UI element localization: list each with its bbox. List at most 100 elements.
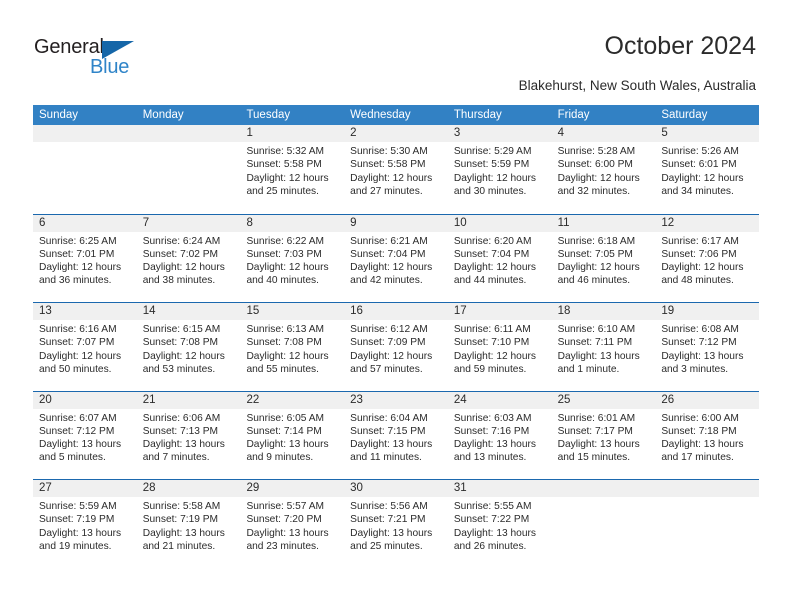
calendar-day-cell[interactable]: 26 Sunrise: 6:00 AM Sunset: 7:18 PM Dayligh… (655, 391, 760, 479)
calendar-day-cell[interactable]: 14 Sunrise: 6:15 AM Sunset: 7:08 PM Dayligh… (136, 303, 241, 391)
sunset-time: Sunset: 7:12 PM (39, 425, 115, 437)
day-number-band: 10 (447, 214, 552, 232)
day-number: 21 (142, 393, 156, 406)
calendar-day-cell[interactable]: 28 Sunrise: 5:58 AM Sunset: 7:19 PM Dayligh… (136, 480, 241, 568)
day-number-band: 7 (136, 214, 241, 232)
calendar-day-cell[interactable]: 24 Sunrise: 6:03 AM Sunset: 7:16 PM Dayligh… (447, 391, 552, 479)
daylight-duration-line1: Daylight: 12 hours (350, 262, 433, 274)
calendar-day-cell[interactable]: 31 Sunrise: 5:55 AM Sunset: 7:22 PM Dayligh… (447, 480, 552, 568)
calendar-day-cell[interactable]: 21 Sunrise: 6:06 AM Sunset: 7:13 PM Dayligh… (136, 391, 241, 479)
calendar-day-cell[interactable]: 30 Sunrise: 5:56 AM Sunset: 7:21 PM Dayligh… (344, 480, 448, 568)
calendar-day-cell[interactable]: 29 Sunrise: 5:57 AM Sunset: 7:20 PM Dayligh… (240, 480, 345, 568)
sunset-time: Sunset: 5:58 PM (246, 159, 322, 171)
calendar-week-row: 27 Sunrise: 5:59 AM Sunset: 7:19 PM Dayligh… (33, 479, 760, 568)
calendar-day-cell[interactable]: 3 Sunrise: 5:29 AM Sunset: 5:59 PM Daylight… (447, 125, 552, 214)
sunset-time: Sunset: 7:19 PM (142, 514, 219, 526)
day-number: 1 (246, 127, 253, 139)
day-details: Sunrise: 5:59 AM Sunset: 7:19 PM Daylight:… (33, 497, 137, 553)
daylight-duration-line1: Daylight: 13 hours (557, 439, 640, 451)
daylight-duration-line2: and 7 minutes. (142, 452, 210, 464)
sunrise-time: Sunrise: 6:13 AM (246, 324, 325, 335)
calendar-day-cell[interactable]: 11 Sunrise: 6:18 AM Sunset: 7:05 PM Dayligh… (551, 214, 656, 302)
sunrise-time: Sunrise: 5:29 AM (453, 146, 532, 157)
sunrise-time: Sunrise: 6:21 AM (350, 235, 428, 247)
day-number-band: 22 (240, 391, 345, 409)
sunrise-time: Sunrise: 6:18 AM (557, 235, 636, 247)
day-details: Sunrise: 6:17 AM Sunset: 7:06 PM Daylight:… (655, 232, 759, 288)
day-number: 7 (142, 216, 150, 229)
day-number-band: 27 (33, 480, 137, 497)
calendar-day-cell[interactable]: 19 Sunrise: 6:08 AM Sunset: 7:12 PM Dayligh… (655, 303, 760, 391)
day-number-band: 2 (344, 125, 448, 142)
sunrise-time: Sunrise: 6:16 AM (39, 324, 117, 335)
day-number: 9 (350, 216, 357, 229)
calendar-day-cell-empty (551, 480, 656, 568)
daylight-duration-line2: and 30 minutes. (453, 185, 527, 197)
day-details: Sunrise: 6:01 AM Sunset: 7:17 PM Daylight:… (552, 409, 656, 465)
day-number-band: 12 (655, 214, 760, 232)
day-number: 26 (661, 393, 675, 406)
calendar-day-cell[interactable]: 2 Sunrise: 5:30 AM Sunset: 5:58 PM Daylight… (344, 125, 448, 214)
calendar-day-cell[interactable]: 16 Sunrise: 6:12 AM Sunset: 7:09 PM Dayligh… (344, 303, 448, 391)
day-number-band: 19 (655, 303, 760, 320)
sunrise-time: Sunrise: 5:55 AM (453, 501, 532, 512)
calendar-day-cell[interactable]: 6 Sunrise: 6:25 AM Sunset: 7:01 PM Daylight… (33, 214, 137, 302)
day-number-band: 11 (551, 214, 656, 232)
day-number-band: 31 (447, 480, 552, 497)
calendar-day-cell[interactable]: 7 Sunrise: 6:24 AM Sunset: 7:02 PM Daylight… (136, 214, 241, 302)
calendar-day-cell[interactable]: 22 Sunrise: 6:05 AM Sunset: 7:14 PM Dayligh… (240, 391, 345, 479)
calendar-day-cell-empty (655, 480, 760, 568)
sunset-time: Sunset: 7:07 PM (39, 337, 115, 349)
weekday-header-tuesday: Tuesday (246, 109, 291, 121)
day-number-band: 29 (240, 480, 345, 497)
day-number: 2 (350, 127, 357, 139)
brand-logo[interactable]: General Blue (34, 36, 234, 86)
calendar-day-cell[interactable]: 17 Sunrise: 6:11 AM Sunset: 7:10 PM Dayligh… (447, 303, 552, 391)
daylight-duration-line1: Daylight: 12 hours (557, 172, 640, 184)
calendar-day-cell[interactable]: 10 Sunrise: 6:20 AM Sunset: 7:04 PM Dayligh… (447, 214, 552, 302)
calendar-week-row: 1 Sunrise: 5:32 AM Sunset: 5:58 PM Daylight… (33, 125, 760, 214)
day-details (552, 497, 656, 500)
sunset-time: Sunset: 7:08 PM (246, 337, 322, 349)
calendar-day-cell[interactable]: 9 Sunrise: 6:21 AM Sunset: 7:04 PM Daylight… (344, 214, 448, 302)
calendar-day-cell[interactable]: 8 Sunrise: 6:22 AM Sunset: 7:03 PM Daylight… (240, 214, 345, 302)
sunset-time: Sunset: 7:16 PM (453, 425, 530, 437)
calendar-day-cell[interactable]: 15 Sunrise: 6:13 AM Sunset: 7:08 PM Dayligh… (240, 303, 345, 391)
daylight-duration-line1: Daylight: 12 hours (350, 172, 433, 184)
calendar-day-cell[interactable]: 20 Sunrise: 6:07 AM Sunset: 7:12 PM Dayligh… (33, 391, 137, 479)
day-number: 28 (142, 482, 156, 494)
daylight-duration-line2: and 32 minutes. (557, 185, 631, 197)
calendar-day-cell[interactable]: 4 Sunrise: 5:28 AM Sunset: 6:00 PM Daylight… (551, 125, 656, 214)
sunrise-time: Sunrise: 6:07 AM (39, 412, 117, 424)
calendar-day-cell[interactable]: 12 Sunrise: 6:17 AM Sunset: 7:06 PM Dayligh… (655, 214, 760, 302)
day-number: 3 (453, 127, 461, 139)
day-details: Sunrise: 6:16 AM Sunset: 7:07 PM Daylight:… (33, 320, 137, 376)
day-number-band: 28 (136, 480, 241, 497)
calendar-week-row: 6 Sunrise: 6:25 AM Sunset: 7:01 PM Daylight… (33, 213, 760, 302)
day-number-band: 14 (136, 303, 241, 320)
calendar-day-cell[interactable]: 1 Sunrise: 5:32 AM Sunset: 5:58 PM Daylight… (240, 125, 345, 214)
day-number: 31 (453, 482, 467, 494)
day-number-band: 1 (240, 125, 345, 142)
calendar-day-cell[interactable]: 23 Sunrise: 6:04 AM Sunset: 7:15 PM Dayligh… (344, 391, 448, 479)
calendar-day-cell-empty (33, 125, 137, 214)
calendar-day-cell[interactable]: 25 Sunrise: 6:01 AM Sunset: 7:17 PM Dayligh… (551, 391, 656, 479)
day-details: Sunrise: 6:06 AM Sunset: 7:13 PM Daylight:… (137, 409, 241, 465)
weekday-header-thursday: Thursday (453, 109, 502, 121)
calendar-day-cell[interactable]: 27 Sunrise: 5:59 AM Sunset: 7:19 PM Dayligh… (33, 480, 137, 568)
daylight-duration-line2: and 13 minutes. (453, 452, 527, 464)
calendar-day-cell[interactable]: 5 Sunrise: 5:26 AM Sunset: 6:01 PM Daylight… (655, 125, 760, 214)
day-details: Sunrise: 6:10 AM Sunset: 7:11 PM Daylight:… (552, 320, 656, 376)
day-number: 23 (350, 393, 363, 406)
day-number: 14 (142, 305, 156, 317)
sunrise-time: Sunrise: 6:10 AM (557, 324, 636, 335)
day-number: 25 (557, 393, 571, 406)
day-number-band: 3 (447, 125, 552, 142)
day-details: Sunrise: 5:58 AM Sunset: 7:19 PM Daylight:… (137, 497, 241, 553)
day-details: Sunrise: 6:20 AM Sunset: 7:04 PM Daylight:… (448, 232, 552, 288)
calendar-grid: Sunday Monday Tuesday Wednesday Thursday… (33, 105, 760, 568)
calendar-day-cell[interactable]: 18 Sunrise: 6:10 AM Sunset: 7:11 PM Dayligh… (551, 303, 656, 391)
day-details: Sunrise: 5:30 AM Sunset: 5:58 PM Daylight:… (344, 142, 448, 198)
day-details: Sunrise: 5:55 AM Sunset: 7:22 PM Daylight:… (448, 497, 552, 553)
calendar-day-cell[interactable]: 13 Sunrise: 6:16 AM Sunset: 7:07 PM Dayligh… (33, 303, 137, 391)
